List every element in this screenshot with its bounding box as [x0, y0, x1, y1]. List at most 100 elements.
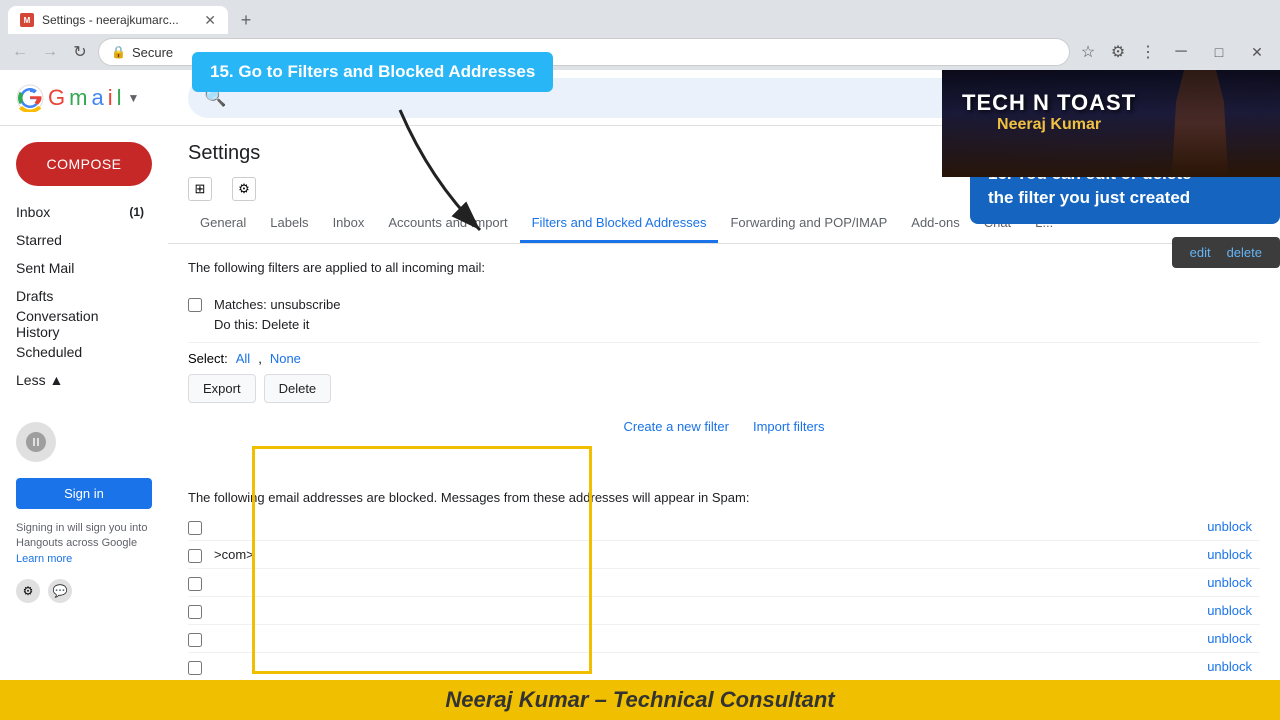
filters-select-none[interactable]: None — [270, 351, 301, 366]
secure-icon: 🔒 — [111, 45, 126, 59]
edit-delete-box: edit delete — [1172, 237, 1280, 268]
blocked-checkbox-6[interactable] — [188, 661, 202, 675]
bookmark-icon[interactable]: ☆ — [1076, 40, 1100, 64]
import-filters-link[interactable]: Import filters — [753, 419, 825, 434]
unblock-link-5[interactable]: unblock — [1207, 631, 1260, 646]
extensions-icon[interactable]: ⚙ — [1106, 40, 1130, 64]
blocked-item-2: >com> unblock — [188, 541, 1260, 569]
gmail-logo: Gmail ▼ — [16, 84, 176, 112]
active-tab[interactable]: M Settings - neerajkumarc... ✕ — [8, 6, 228, 34]
video-text-overlay: TECH N TOAST Neeraj Kumar — [962, 90, 1136, 134]
tab-close-button[interactable]: ✕ — [204, 12, 216, 29]
sidebar-item-scheduled[interactable]: Scheduled — [0, 338, 156, 366]
sidebar-item-inbox[interactable]: Inbox (1) — [0, 198, 156, 226]
maximize-button[interactable]: □ — [1204, 40, 1234, 64]
delete-filter-link[interactable]: delete — [1227, 245, 1262, 260]
blocked-item-5: unblock — [188, 625, 1260, 653]
sidebar-item-drafts[interactable]: Drafts — [0, 282, 156, 310]
blocked-item-4: unblock — [188, 597, 1260, 625]
grid-view-icon[interactable]: ⊞ — [188, 177, 212, 201]
minimize-button[interactable]: ─ — [1166, 40, 1196, 64]
sent-label: Sent Mail — [16, 260, 74, 276]
filter-item: Matches: unsubscribe Do this: Delete it — [188, 287, 1260, 343]
video-title: TECH N TOAST — [962, 90, 1136, 116]
video-overlay: TECH N TOAST Neeraj Kumar — [942, 70, 1280, 177]
refresh-button[interactable]: ↻ — [68, 40, 92, 64]
hangouts-desc: Signing in will sign you into Hangouts a… — [0, 517, 168, 571]
inbox-count: (1) — [129, 205, 144, 219]
menu-icon[interactable]: ⋮ — [1136, 40, 1160, 64]
video-subtitle: Neeraj Kumar — [962, 116, 1136, 134]
blocked-item-6: unblock — [188, 653, 1260, 681]
drafts-label: Drafts — [16, 288, 53, 304]
edit-filter-link[interactable]: edit — [1190, 245, 1211, 260]
blocked-item-3: unblock — [188, 569, 1260, 597]
unblock-link-3[interactable]: unblock — [1207, 575, 1260, 590]
chat-bottom-icon[interactable]: 💬 — [48, 579, 72, 603]
export-button[interactable]: Export — [188, 374, 256, 403]
filter-matches: Matches: unsubscribe — [214, 295, 1248, 315]
sidebar-bottom: ⚙ 💬 — [0, 571, 168, 611]
filters-select-label: Select: — [188, 351, 228, 366]
tab-addons[interactable]: Add-ons — [899, 205, 971, 243]
forward-button[interactable]: → — [38, 40, 62, 64]
blocked-checkbox-2[interactable] — [188, 549, 202, 563]
filters-buttons: Export Delete — [188, 374, 1260, 403]
step15-annotation: 15. Go to Filters and Blocked Addresses — [192, 52, 553, 92]
unblock-link-6[interactable]: unblock — [1207, 659, 1260, 674]
new-tab-button[interactable]: + — [232, 6, 260, 34]
unblock-link-4[interactable]: unblock — [1207, 603, 1260, 618]
blocked-item-1: unblock — [188, 513, 1260, 541]
video-content: TECH N TOAST Neeraj Kumar — [942, 70, 1280, 177]
close-button[interactable]: ✕ — [1242, 40, 1272, 64]
hangouts-avatar — [16, 422, 56, 462]
settings-bottom-icon[interactable]: ⚙ — [16, 579, 40, 603]
tab-inbox[interactable]: Inbox — [321, 205, 377, 243]
gmail-dropdown-icon[interactable]: ▼ — [127, 91, 139, 105]
tab-labels[interactable]: Labels — [258, 205, 320, 243]
tab-forwarding[interactable]: Forwarding and POP/IMAP — [718, 205, 899, 243]
filters-select-row: Select: All, None — [188, 351, 1260, 366]
tab-accounts[interactable]: Accounts and Import — [376, 205, 519, 243]
starred-label: Starred — [16, 232, 62, 248]
scheduled-label: Scheduled — [16, 344, 82, 360]
back-button[interactable]: ← — [8, 40, 32, 64]
learn-more-link[interactable]: Learn more — [16, 553, 72, 565]
sidebar-item-sent[interactable]: Sent Mail — [0, 254, 156, 282]
unblock-link-2[interactable]: unblock — [1207, 547, 1260, 562]
blocked-checkbox-3[interactable] — [188, 577, 202, 591]
unblock-link-1[interactable]: unblock — [1207, 519, 1260, 534]
sidebar-item-starred[interactable]: Starred — [0, 226, 156, 254]
filter-action: Do this: Delete it — [214, 315, 1248, 335]
tab-title: Settings - neerajkumarc... — [42, 13, 196, 27]
tab-favicon: M — [20, 13, 34, 27]
delete-button[interactable]: Delete — [264, 374, 332, 403]
filters-section: The following filters are applied to all… — [168, 244, 1280, 466]
hangouts-section — [0, 414, 168, 470]
conversation-history-label: Conversation History — [16, 308, 144, 340]
sidebar: COMPOSE Inbox (1) Starred Sent Mail Draf… — [0, 126, 168, 720]
filters-select-all[interactable]: All — [236, 351, 250, 366]
create-new-filter-link[interactable]: Create a new filter — [623, 419, 729, 434]
filter-checkbox[interactable] — [188, 298, 202, 312]
blocked-email-2: >com> — [214, 547, 1195, 562]
hangouts-text: Signing in will sign you into Hangouts a… — [16, 521, 152, 567]
gmail-brand-label: Gmail ▼ — [48, 85, 139, 111]
tab-general[interactable]: General — [188, 205, 258, 243]
google-logo-icon — [16, 84, 44, 112]
tab-filters[interactable]: Filters and Blocked Addresses — [520, 205, 719, 243]
bottom-bar: Neeraj Kumar – Technical Consultant — [0, 680, 1280, 720]
inbox-label: Inbox — [16, 204, 50, 220]
filter-text: Matches: unsubscribe Do this: Delete it — [214, 295, 1248, 334]
sidebar-item-conversation-history[interactable]: Conversation History — [0, 310, 156, 338]
blocked-checkbox-1[interactable] — [188, 521, 202, 535]
compose-button[interactable]: COMPOSE — [16, 142, 152, 186]
blocked-checkbox-4[interactable] — [188, 605, 202, 619]
blocked-description: The following email addresses are blocke… — [188, 490, 1260, 505]
settings-gear-icon[interactable]: ⚙ — [232, 177, 256, 201]
less-label: Less ▲ — [16, 372, 63, 388]
blocked-checkbox-5[interactable] — [188, 633, 202, 647]
bottom-bar-text: Neeraj Kumar – Technical Consultant — [445, 687, 834, 713]
sidebar-item-less[interactable]: Less ▲ — [0, 366, 156, 394]
sign-in-button[interactable]: Sign in — [16, 478, 152, 509]
